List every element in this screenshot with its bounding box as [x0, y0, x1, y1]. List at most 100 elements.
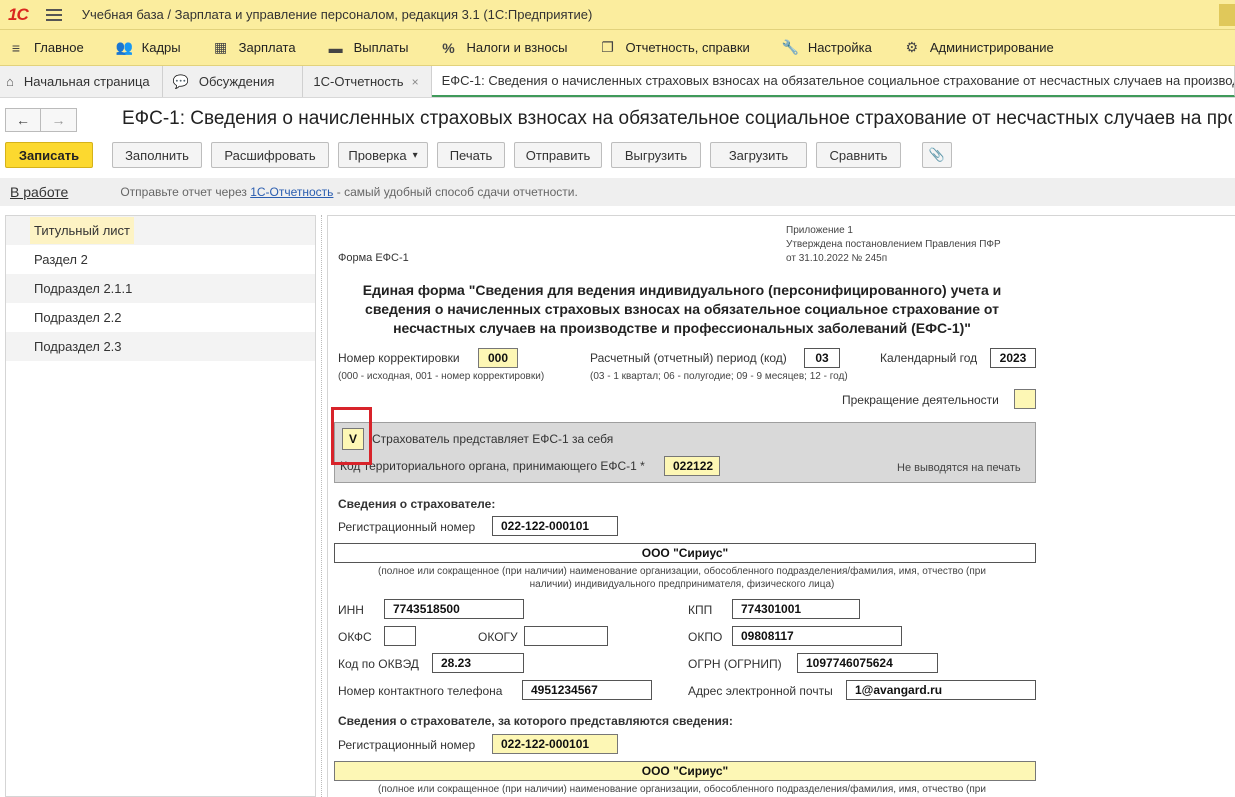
main-menu: ≡ Главное 👥 Кадры ▦ Зарплата ▬ Выплаты % Нало…	[0, 30, 1235, 66]
section-2-3[interactable]: Подраздел 2.3	[6, 332, 315, 361]
okfs-label: ОКФС	[338, 630, 372, 644]
okogu-field[interactable]	[524, 626, 608, 646]
hamburger-menu-icon[interactable]	[45, 8, 62, 21]
menu-label: Настройка	[807, 40, 872, 55]
home-icon: ⌂	[6, 74, 14, 89]
highlight-frame	[331, 407, 372, 465]
menu-taxes[interactable]: % Налоги и взносы	[440, 40, 567, 56]
window-control[interactable]	[1219, 4, 1235, 26]
territorial-field[interactable]: 022122	[664, 456, 720, 476]
section-2-2[interactable]: Подраздел 2.2	[6, 303, 315, 332]
reg2-field[interactable]: 022-122-000101	[492, 734, 618, 754]
insurer-header: Сведения о страхователе:	[338, 497, 496, 511]
card-icon: ▬	[328, 39, 343, 56]
form-title: Единая форма "Сведения для ведения индив…	[328, 281, 1036, 338]
menu-main[interactable]: ≡ Главное	[8, 40, 84, 56]
menu-label: Администрирование	[929, 40, 1054, 55]
okved-label: Код по ОКВЭД	[338, 657, 419, 671]
save-button[interactable]: Записать	[5, 142, 93, 168]
tab-home[interactable]: ⌂ Начальная страница	[0, 66, 163, 97]
appendix-line: Утверждена постановлением Правления ПФР	[786, 239, 1001, 250]
reg-label: Регистрационный номер	[338, 520, 476, 534]
toolbar: Записать Заполнить Расшифровать Проверка…	[5, 142, 961, 168]
hint-text: - самый удобный способ сдачи отчетности.	[333, 185, 578, 199]
section-2-1-1[interactable]: Подраздел 2.1.1	[6, 274, 315, 303]
report-form: Приложение 1 Утверждена постановлением П…	[327, 215, 1235, 797]
tab-discussions[interactable]: 💬 Обсуждения	[163, 66, 304, 97]
section-title-page[interactable]: Титульный лист	[6, 216, 315, 245]
appendix-line: от 31.10.2022 № 245п	[786, 253, 888, 264]
export-button[interactable]: Выгрузить	[611, 142, 701, 168]
forward-button[interactable]: →	[41, 108, 77, 132]
appendix-line: Приложение 1	[786, 225, 853, 236]
okfs-field[interactable]	[384, 626, 416, 646]
org-name-field[interactable]: ООО "Сириус"	[334, 543, 1036, 563]
status-link[interactable]: В работе	[10, 184, 68, 200]
print-button[interactable]: Печать	[437, 142, 505, 168]
wrench-icon: 🔧	[781, 39, 800, 55]
check-label: Проверка	[348, 147, 407, 163]
reporting-hint: Отправьте отчет через 1С-Отчетность - са…	[120, 185, 577, 199]
year-field[interactable]: 2023	[990, 348, 1036, 368]
reg2-label: Регистрационный номер	[338, 738, 476, 752]
app-title: Учебная база / Зарплата и управление пер…	[81, 7, 593, 22]
menu-settings[interactable]: 🔧 Настройка	[782, 39, 872, 56]
splitter[interactable]	[321, 215, 322, 797]
reporting-link[interactable]: 1С-Отчетность	[250, 185, 333, 199]
period-label: Расчетный (отчетный) период (код)	[590, 351, 787, 365]
reg-field[interactable]: 022-122-000101	[492, 516, 618, 536]
okved-field[interactable]: 28.23	[432, 653, 524, 673]
section-label: Раздел 2	[34, 252, 88, 267]
menu-salary[interactable]: ▦ Зарплата	[213, 39, 296, 56]
corr-field[interactable]: 000	[478, 348, 518, 368]
menu-payments[interactable]: ▬ Выплаты	[328, 40, 409, 56]
email-label: Адрес электронной почты	[688, 684, 833, 698]
send-button[interactable]: Отправить	[514, 142, 602, 168]
close-icon[interactable]: ×	[412, 75, 419, 89]
ogrn-field[interactable]: 1097746075624	[797, 653, 938, 673]
org-hint: (полное или сокращенное (при наличии) на…	[378, 566, 986, 577]
email-field[interactable]: 1@avangard.ru	[846, 680, 1036, 700]
year-label: Календарный год	[880, 351, 978, 365]
chevron-down-icon: ▾	[412, 149, 418, 161]
percent-icon: %	[442, 39, 455, 56]
ogrn-label: ОГРН (ОГРНИП)	[688, 657, 782, 671]
compare-button[interactable]: Сравнить	[816, 142, 901, 168]
menu-personnel[interactable]: 👥 Кадры	[116, 39, 181, 56]
menu-label: Главное	[34, 40, 84, 55]
chat-icon: 💬	[172, 73, 189, 89]
corr-label: Номер корректировки	[338, 351, 460, 365]
inn-label: ИНН	[338, 603, 364, 617]
fill-button[interactable]: Заполнить	[112, 142, 202, 168]
termination-label: Прекращение деятельности	[842, 393, 999, 407]
section-2[interactable]: Раздел 2	[6, 245, 315, 274]
menu-label: Отчетность, справки	[625, 40, 750, 55]
okpo-field[interactable]: 09808117	[732, 626, 902, 646]
tab-efs1[interactable]: ЕФС-1: Сведения о начисленных страховых …	[431, 66, 1235, 97]
tab-label: Обсуждения	[198, 74, 275, 89]
period-hint: (03 - 1 квартал; 06 - полугодие; 09 - 9 …	[590, 371, 848, 382]
menu-label: Кадры	[141, 40, 181, 55]
back-button[interactable]: ←	[5, 108, 41, 132]
people-icon: 👥	[115, 39, 134, 55]
attach-icon[interactable]: 📎	[922, 142, 952, 168]
menu-reports[interactable]: ❐ Отчетность, справки	[600, 39, 750, 56]
kpp-field[interactable]: 774301001	[732, 599, 860, 619]
inn-field[interactable]: 7743518500	[384, 599, 524, 619]
phone-label: Номер контактного телефона	[338, 684, 503, 698]
hint-text: Отправьте отчет через	[120, 185, 251, 199]
period-field[interactable]: 03	[804, 348, 840, 368]
org2-hint: (полное или сокращенное (при наличии) на…	[378, 784, 986, 795]
menu-administration[interactable]: ⚙ Администрирование	[904, 39, 1054, 56]
documents-icon: ❐	[601, 39, 614, 55]
termination-field[interactable]	[1014, 389, 1036, 409]
phone-field[interactable]: 4951234567	[522, 680, 652, 700]
decode-button[interactable]: Расшифровать	[211, 142, 329, 168]
tab-bar: ⌂ Начальная страница 💬 Обсуждения 1С-Отчет…	[0, 66, 1235, 98]
tab-label: Начальная страница	[23, 74, 150, 89]
check-dropdown-button[interactable]: Проверка ▾	[338, 142, 428, 168]
tab-1c-reporting[interactable]: 1С-Отчетность ×	[303, 66, 432, 97]
org2-name-field[interactable]: ООО "Сириус"	[334, 761, 1036, 781]
insurer2-header: Сведения о страхователе, за которого пре…	[338, 714, 733, 728]
import-button[interactable]: Загрузить	[710, 142, 807, 168]
